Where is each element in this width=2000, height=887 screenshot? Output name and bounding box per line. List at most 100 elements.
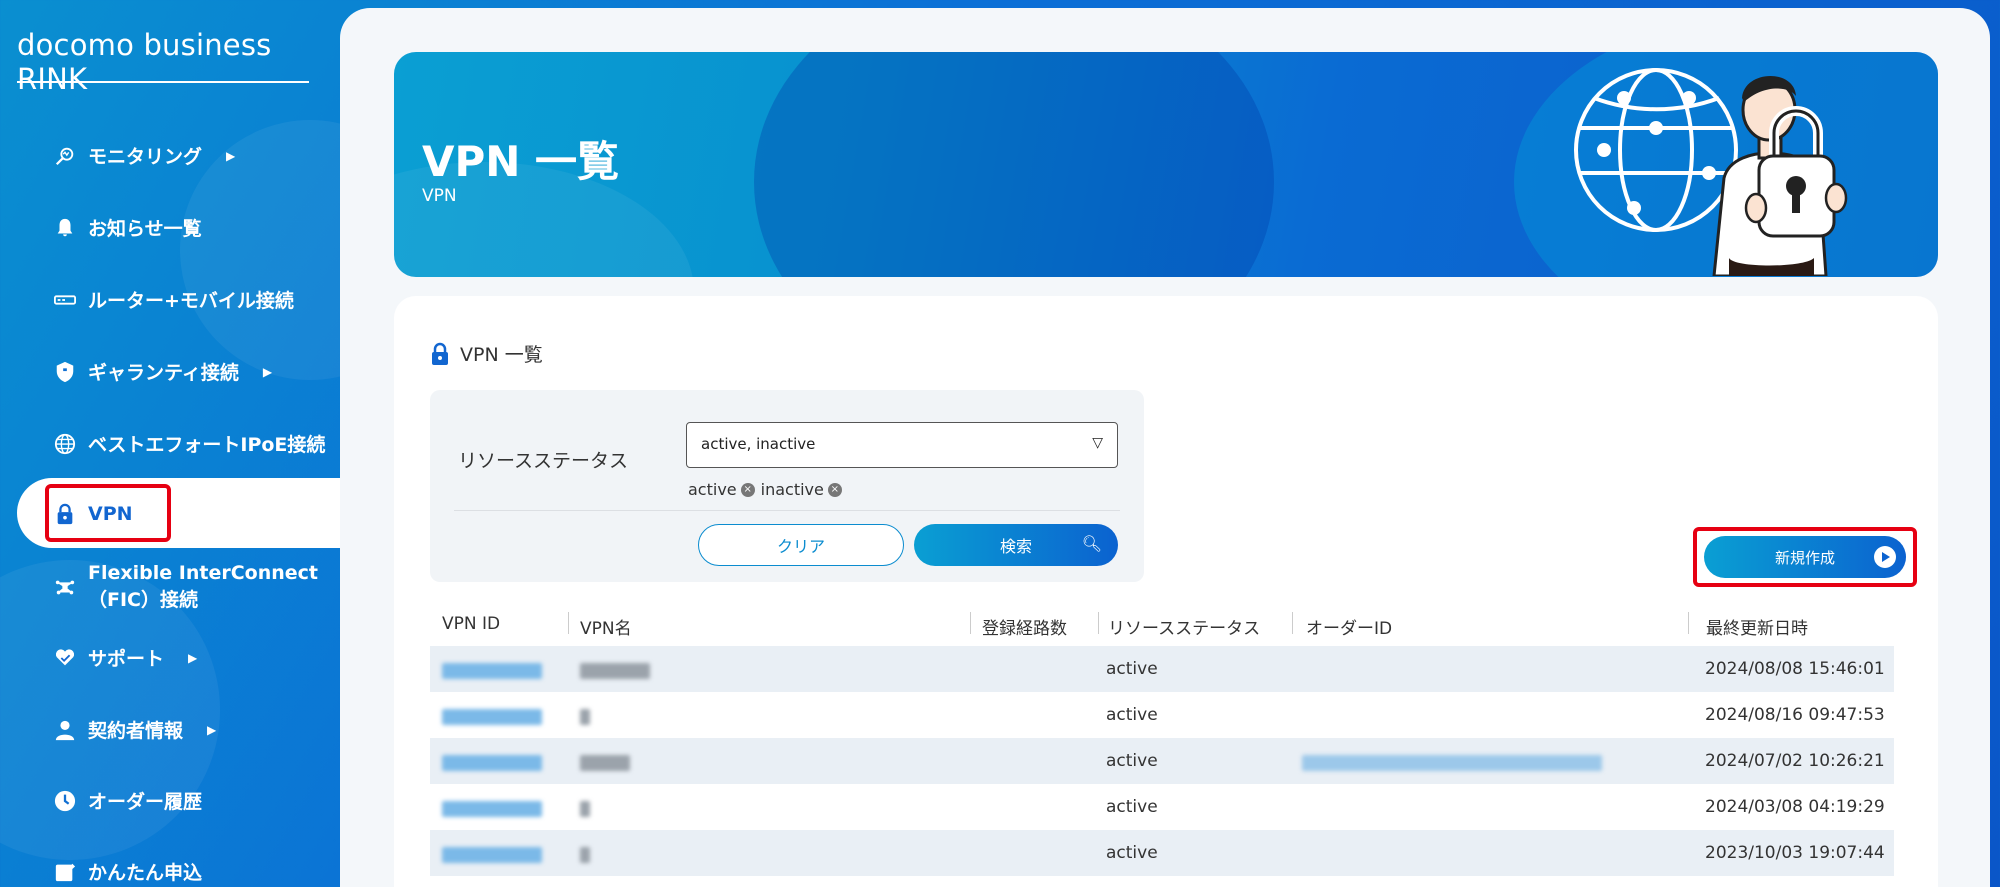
heart-hand-icon <box>52 645 78 671</box>
sidebar-item-order-history[interactable]: オーダー履歴 <box>52 787 202 814</box>
vpn-table: VPN ID VPN名 登録経路数 リソースステータス オーダーID 最終更新日… <box>430 600 1894 876</box>
shield-icon <box>52 359 78 385</box>
caret-right-icon: ▶ <box>226 148 236 163</box>
page-subtitle: VPN <box>422 186 457 206</box>
vpn-name-redacted <box>580 847 590 863</box>
chip-label: active <box>688 480 737 499</box>
remove-chip-icon[interactable]: × <box>740 482 755 497</box>
brand-logo[interactable]: docomo business RINK <box>17 28 340 96</box>
vpn-list-card: VPN 一覧 リソースステータス active, inactive ▽ acti… <box>394 296 1938 887</box>
status-chip: active × <box>688 480 755 499</box>
sidebar-item-router-mobile[interactable]: ルーター+モバイル接続 <box>52 286 294 313</box>
sidebar-item-label: ルーター+モバイル接続 <box>88 290 294 312</box>
card-title: VPN 一覧 <box>460 344 543 366</box>
network-icon <box>52 574 78 600</box>
column-header-route-count[interactable]: 登録経路数 <box>982 614 1067 639</box>
hero-decoration <box>754 52 1274 277</box>
updated-cell: 2024/07/02 10:26:21 <box>1705 751 1885 771</box>
sidebar-item-guaranteed[interactable]: ギャランティ接続 ▶ <box>52 358 272 385</box>
column-separator <box>970 612 971 634</box>
status-cell: active <box>1106 659 1158 679</box>
sidebar-item-vpn[interactable]: VPN <box>52 501 133 527</box>
table-row[interactable]: active 2024/08/08 15:46:01 <box>430 646 1894 692</box>
play-circle-icon <box>1874 546 1896 568</box>
bell-icon <box>52 215 78 241</box>
sidebar-item-label: 契約者情報 <box>88 720 184 742</box>
column-header-vpn-name[interactable]: VPN名 <box>580 614 632 639</box>
dropdown-arrow-icon: ▽ <box>1092 435 1103 451</box>
table-row[interactable]: active 2024/08/16 09:47:53 <box>430 692 1894 738</box>
sidebar-item-easy-apply[interactable]: かんたん申込 <box>52 858 202 885</box>
vpn-id-link-redacted[interactable] <box>442 847 542 863</box>
sidebar-item-fic[interactable]: Flexible InterConnect （FIC）接続 <box>52 560 318 614</box>
caret-right-icon: ▶ <box>188 650 198 665</box>
vpn-name-redacted <box>580 801 590 817</box>
resource-status-select[interactable]: active, inactive ▽ <box>686 422 1118 468</box>
status-chip: inactive × <box>761 480 842 499</box>
updated-cell: 2023/10/03 19:07:44 <box>1705 843 1885 863</box>
vpn-id-link-redacted[interactable] <box>442 801 542 817</box>
brand-divider <box>17 81 309 83</box>
globe-icon <box>52 431 78 457</box>
sidebar-item-label: モニタリング <box>88 146 203 168</box>
table-header-row: VPN ID VPN名 登録経路数 リソースステータス オーダーID 最終更新日… <box>430 600 1894 646</box>
column-header-last-updated[interactable]: 最終更新日時 <box>1706 614 1808 639</box>
create-new-button[interactable]: 新規作成 <box>1704 536 1906 578</box>
column-header-resource-status[interactable]: リソースステータス <box>1108 614 1260 639</box>
search-icon: 🔍︎ <box>1081 534 1102 553</box>
caret-right-icon: ▶ <box>262 364 273 379</box>
vpn-id-link-redacted[interactable] <box>442 755 542 771</box>
page-title: VPN 一覧 <box>422 137 620 186</box>
caret-right-icon: ▶ <box>207 722 217 737</box>
sidebar-item-support[interactable]: サポート ▶ <box>52 644 197 671</box>
status-cell: active <box>1106 751 1158 771</box>
router-icon <box>52 287 78 313</box>
person-icon <box>52 717 78 743</box>
security-illustration <box>1574 68 1848 276</box>
column-header-order-id[interactable]: オーダーID <box>1306 614 1392 639</box>
lock-icon <box>432 342 448 365</box>
card-header: VPN 一覧 <box>430 340 543 367</box>
sidebar-item-label: Flexible InterConnect <box>88 562 318 584</box>
status-cell: active <box>1106 705 1158 725</box>
vpn-id-link-redacted[interactable] <box>442 663 542 679</box>
filter-panel: リソースステータス active, inactive ▽ active × in… <box>430 390 1144 582</box>
edit-icon <box>52 859 78 885</box>
clear-button[interactable]: クリア <box>698 524 904 566</box>
order-id-redacted[interactable] <box>1302 755 1602 771</box>
sidebar-item-label: お知らせ一覧 <box>88 218 202 240</box>
sidebar-item-ipoe[interactable]: ベストエフォートIPoE接続 <box>52 430 325 457</box>
column-separator <box>1292 612 1293 634</box>
search-button[interactable]: 検索 🔍︎ <box>914 524 1118 566</box>
sidebar-item-label: オーダー履歴 <box>88 791 203 813</box>
vpn-name-redacted <box>580 663 650 679</box>
sidebar-item-notices[interactable]: お知らせ一覧 <box>52 214 202 241</box>
vpn-name-redacted <box>580 709 590 725</box>
table-row[interactable]: active 2024/07/02 10:26:21 <box>430 738 1894 784</box>
status-cell: active <box>1106 843 1158 863</box>
selected-status-chips: active × inactive × <box>688 480 842 499</box>
select-value: active, inactive <box>701 435 816 453</box>
vpn-name-redacted <box>580 755 630 771</box>
search-button-label: 検索 <box>999 537 1032 556</box>
table-row[interactable]: active 2024/03/08 04:19:29 <box>430 784 1894 830</box>
lock-icon <box>52 501 78 527</box>
updated-cell: 2024/08/16 09:47:53 <box>1705 705 1885 725</box>
remove-chip-icon[interactable]: × <box>827 482 842 497</box>
sidebar-item-monitoring[interactable]: モニタリング ▶ <box>52 142 235 169</box>
vpn-id-link-redacted[interactable] <box>442 709 542 725</box>
clock-icon <box>52 788 78 814</box>
sidebar: docomo business RINK モニタリング ▶ お知らせ一覧 ルータ… <box>0 0 357 887</box>
column-header-vpn-id[interactable]: VPN ID <box>442 614 500 634</box>
table-row[interactable]: active 2023/10/03 19:07:44 <box>430 830 1894 876</box>
resource-status-label: リソースステータス <box>458 450 629 472</box>
create-button-label: 新規作成 <box>1774 548 1835 567</box>
updated-cell: 2024/03/08 04:19:29 <box>1705 797 1885 817</box>
sidebar-item-label: ベストエフォートIPoE接続 <box>88 434 326 456</box>
monitoring-icon <box>52 143 78 169</box>
sidebar-item-contract[interactable]: 契約者情報 ▶ <box>52 716 216 743</box>
column-separator <box>1688 612 1689 634</box>
sidebar-item-label: かんたん申込 <box>88 862 203 884</box>
column-separator <box>1098 612 1099 634</box>
column-separator <box>568 612 569 634</box>
